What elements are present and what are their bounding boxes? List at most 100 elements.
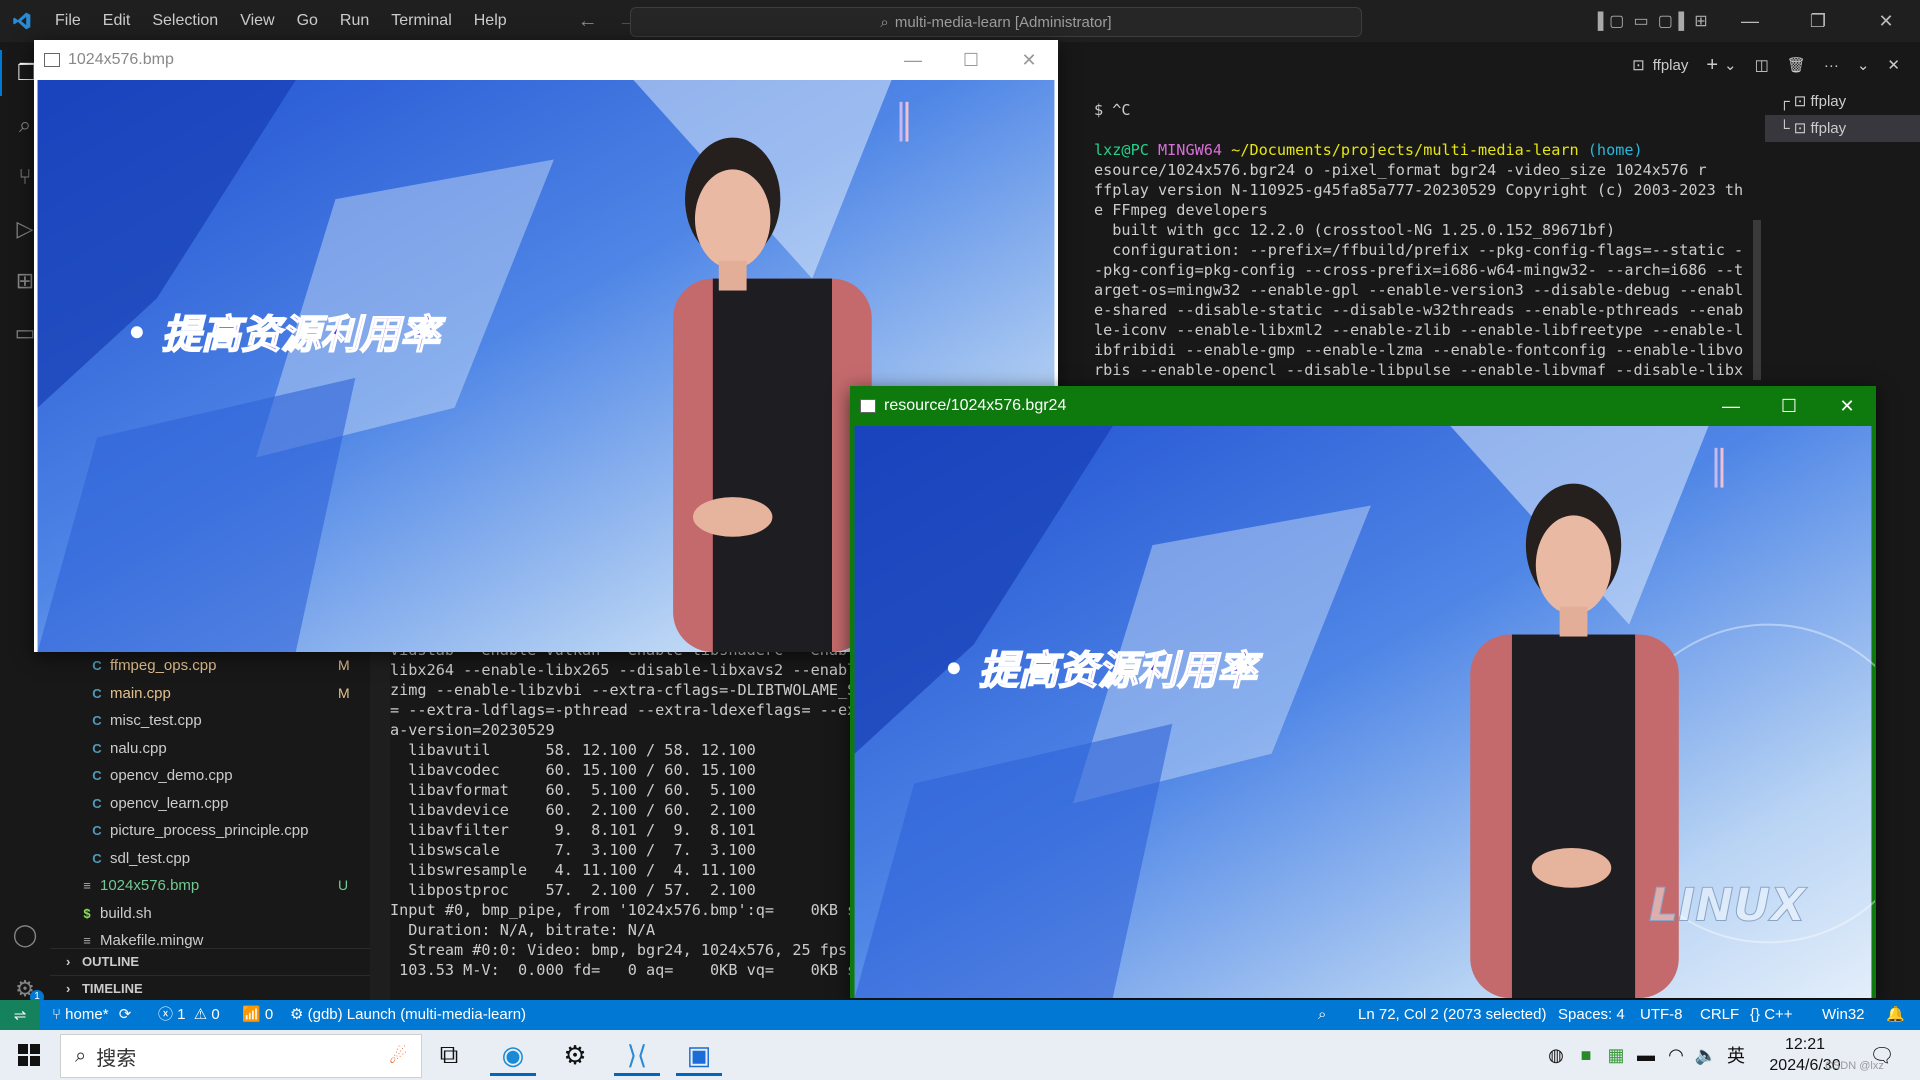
window-titlebar[interactable]: 1024x576.bmp — ☐ ✕ [34, 40, 1058, 80]
encoding[interactable]: UTF-8 [1640, 1000, 1683, 1030]
language-label: C++ [1764, 1006, 1793, 1023]
platform[interactable]: Win32 [1822, 1000, 1865, 1030]
wifi-icon[interactable]: ◠ [1660, 1034, 1692, 1076]
terminal-line: libavfilter 9. 8.101 / 9. 8.101 [390, 821, 756, 839]
sync-icon[interactable]: ⟳ [119, 1006, 132, 1023]
toggle-secondary-sidebar-icon[interactable]: ▢▐ [1656, 11, 1686, 31]
file-tree-item[interactable]: $ build.sh [50, 900, 370, 927]
video-frame[interactable]: LINUX 提高资源利用率 [851, 426, 1875, 998]
ffplay-taskbar-icon[interactable]: ▣ [670, 1034, 728, 1076]
notifications-bell-icon[interactable]: 🔔 [1886, 1000, 1905, 1030]
toggle-panel-icon[interactable]: ▭ [1626, 11, 1656, 31]
file-tree-item[interactable]: Copencv_learn.cpp [50, 790, 370, 817]
vscode-taskbar-icon[interactable]: ⟩⟨ [608, 1034, 666, 1076]
terminal-line: arget-os=mingw32 --enable-gpl --enable-v… [1094, 281, 1744, 299]
terminal-output-left[interactable]: vidstab --enable-vulkan --enable-libshad… [390, 640, 850, 1000]
terminal-line: a-version=20230529 [390, 721, 555, 739]
tray-nvidia-icon[interactable]: ■ [1570, 1034, 1602, 1076]
window-title: resource/1024x576.bgr24 [884, 397, 1067, 414]
line-ending[interactable]: CRLF [1700, 1000, 1739, 1030]
file-tree-item[interactable]: Copencv_demo.cpp [50, 762, 370, 789]
indentation[interactable]: Spaces: 4 [1558, 1000, 1625, 1030]
titlebar-right: ▌▢ ▭ ▢▐ ⊞ — ❐ ✕ [1596, 0, 1920, 42]
file-tree-item[interactable]: Cpicture_process_principle.cpp [50, 817, 370, 844]
menu-terminal[interactable]: Terminal [380, 0, 462, 42]
terminal-line: built with gcc 12.2.0 (crosstool-NG 1.25… [1094, 221, 1616, 239]
menu-edit[interactable]: Edit [92, 0, 142, 42]
terminal-scrollbar[interactable] [1753, 220, 1761, 380]
maximize-button[interactable]: ☐ [942, 40, 1000, 80]
language-mode[interactable]: {} C++ [1750, 1000, 1793, 1030]
file-tree-item[interactable]: Cmain.cpp M [50, 680, 370, 707]
minimize-button[interactable]: — [884, 40, 942, 80]
battery-icon[interactable]: ▬ [1630, 1034, 1662, 1076]
back-icon[interactable]: ← [578, 10, 598, 33]
new-terminal-icon[interactable]: + [1706, 54, 1718, 77]
close-panel-icon[interactable]: ✕ [1887, 56, 1900, 74]
menu-file[interactable]: File [44, 0, 92, 42]
file-tree-item[interactable]: Cmisc_test.cpp [50, 707, 370, 734]
split-terminal-icon[interactable]: ◫ [1755, 56, 1769, 74]
kill-terminal-icon[interactable]: 🗑 [1787, 56, 1806, 74]
terminal-tab-2[interactable]: └ ⊡ ffplay [1765, 115, 1920, 142]
branch-label: home* [65, 1006, 109, 1023]
restore-button[interactable]: ❐ [1784, 11, 1852, 32]
ime-indicator[interactable]: 英 [1720, 1034, 1752, 1076]
problems-indicator[interactable]: ⓧ 1 ⚠ 0 [158, 1000, 220, 1030]
cursor-position[interactable]: Ln 72, Col 2 (2073 selected) [1358, 1000, 1546, 1030]
close-button[interactable]: ✕ [1852, 11, 1920, 32]
maximize-button[interactable]: ☐ [1760, 386, 1818, 426]
window-controls: — ☐ ✕ [1702, 386, 1876, 426]
windows-start-icon[interactable] [0, 1034, 58, 1076]
task-view-icon[interactable]: ⧉ [420, 1034, 478, 1076]
menu-view[interactable]: View [229, 0, 285, 42]
ports-indicator[interactable]: 📶 0 [242, 1000, 273, 1030]
edge-browser-icon[interactable]: ◉ [484, 1034, 542, 1076]
debug-icon: ⚙ [290, 1006, 308, 1023]
menu-selection[interactable]: Selection [141, 0, 229, 42]
menu-go[interactable]: Go [286, 0, 329, 42]
accounts-icon[interactable]: ◯ [0, 912, 50, 958]
more-actions-icon[interactable]: ··· [1824, 57, 1839, 74]
file-tree-item[interactable]: Csdl_test.cpp [50, 845, 370, 872]
zoom-icon[interactable]: ⌕ [1318, 1000, 1326, 1030]
debug-launch-indicator[interactable]: ⚙ (gdb) Launch (multi-media-learn) [290, 1000, 526, 1030]
minimize-button[interactable]: — [1716, 11, 1784, 32]
remote-icon: ⇌ [13, 1007, 27, 1024]
close-button[interactable]: ✕ [1818, 386, 1876, 426]
outline-section[interactable]: › OUTLINE [50, 948, 370, 975]
timeline-section[interactable]: › TIMELINE [50, 975, 370, 1002]
command-center[interactable]: ⌕ multi-media-learn [Administrator] [630, 7, 1362, 37]
search-icon: ⌕ [880, 13, 889, 31]
taskbar-search-box[interactable]: ⌕ 搜索 ☄ [60, 1034, 422, 1078]
tray-app2-icon[interactable]: ▦ [1600, 1034, 1632, 1076]
terminal-name[interactable]: ffplay [1653, 57, 1689, 74]
nav-arrows: ← → [578, 10, 638, 33]
settings-icon[interactable]: ⚙ [546, 1034, 604, 1076]
cpp-file-icon: C [92, 713, 102, 728]
terminal-line: lxz@PC MINGW64 ~/Documents/projects/mult… [1094, 140, 1758, 160]
file-name: main.cpp [110, 684, 171, 702]
terminal-output-right[interactable]: $ ^C lxz@PC MINGW64 ~/Documents/projects/… [1094, 100, 1758, 385]
chevron-down-icon[interactable]: ⌄ [1724, 56, 1737, 74]
window-titlebar[interactable]: resource/1024x576.bgr24 — ☐ ✕ [850, 386, 1876, 426]
menu-run[interactable]: Run [329, 0, 380, 42]
menu-help[interactable]: Help [463, 0, 518, 42]
terminal-line: libavutil 58. 12.100 / 58. 12.100 [390, 741, 756, 759]
remote-indicator[interactable]: ⇌ [0, 1000, 40, 1030]
toggle-primary-sidebar-icon[interactable]: ▌▢ [1596, 11, 1626, 31]
close-button[interactable]: ✕ [1000, 40, 1058, 80]
file-tree-item[interactable]: Cffmpeg_ops.cpp M [50, 652, 370, 679]
file-tree-item[interactable]: ≡ 1024x576.bmp U [50, 872, 370, 899]
volume-icon[interactable]: 🔈 [1690, 1034, 1722, 1076]
ffplay-bgr24-window[interactable]: resource/1024x576.bgr24 — ☐ ✕ LINUX 提高资源… [850, 386, 1876, 998]
file-tree-item[interactable]: Cnalu.cpp [50, 735, 370, 762]
terminal-tab-1[interactable]: ┌ ⊡ ffplay [1765, 88, 1920, 115]
minimize-button[interactable]: — [1702, 386, 1760, 426]
customize-layout-icon[interactable]: ⊞ [1686, 11, 1716, 31]
tray-app-icon[interactable]: ◍ [1540, 1034, 1572, 1076]
maximize-panel-icon[interactable]: ⌄ [1857, 56, 1870, 74]
branch-indicator[interactable]: ⑂ home* ⟳ [52, 1000, 131, 1030]
terminal-line: e FFmpeg developers [1094, 201, 1268, 219]
terminal-segment: lxz@PC [1094, 141, 1159, 159]
